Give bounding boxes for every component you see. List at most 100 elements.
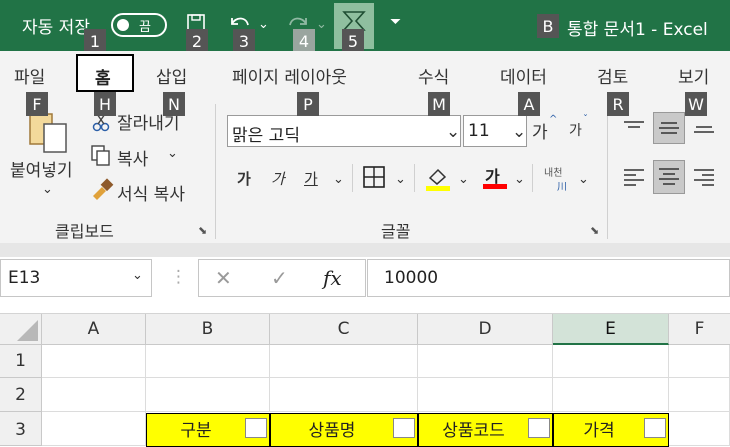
table-header-cell[interactable]: 상품명 xyxy=(270,413,418,447)
redo-dropdown-icon[interactable]: ⌄ xyxy=(316,17,327,32)
row-header-2[interactable]: 2 xyxy=(0,378,42,412)
cell[interactable] xyxy=(669,412,730,446)
select-all-button[interactable] xyxy=(0,314,42,345)
tab-data[interactable]: 데이터 xyxy=(500,63,547,88)
cell[interactable] xyxy=(146,378,270,412)
cell[interactable] xyxy=(270,378,418,412)
tab-home[interactable]: 홈 xyxy=(76,54,134,92)
font-name-dropdown-icon[interactable]: ⌄ xyxy=(446,122,460,142)
row-header-3[interactable]: 3 xyxy=(0,412,42,446)
column-header-f[interactable]: F xyxy=(669,314,730,345)
paste-button[interactable]: 붙여넣기 xyxy=(10,156,73,181)
cell[interactable] xyxy=(42,412,146,446)
tab-review[interactable]: 검토 xyxy=(597,63,628,88)
title-bar: 자동 저장 끔 ⌄ ⌄ ⏷ 통합 문서1 - Excel xyxy=(0,0,730,51)
cell[interactable] xyxy=(669,345,730,378)
copy-icon[interactable] xyxy=(90,144,112,166)
cancel-icon[interactable]: ✕ xyxy=(215,266,232,290)
cell[interactable] xyxy=(42,345,146,378)
cell[interactable] xyxy=(418,378,553,412)
insert-function-button[interactable]: fx xyxy=(323,266,342,290)
filter-dropdown-button[interactable] xyxy=(393,418,415,438)
table-header-label: 가격 xyxy=(583,421,615,441)
font-group-label: 글꼴 xyxy=(381,222,411,241)
underline-dropdown-icon[interactable]: ⌄ xyxy=(333,172,344,187)
cell[interactable] xyxy=(270,345,418,378)
tab-insert[interactable]: 삽입 xyxy=(156,63,187,88)
filter-dropdown-button[interactable] xyxy=(644,418,666,438)
align-right-icon[interactable] xyxy=(691,164,717,190)
align-middle-icon[interactable] xyxy=(653,112,685,144)
decrease-font-button[interactable]: 가 xyxy=(569,120,582,140)
increase-font-button[interactable]: 가 xyxy=(532,118,548,143)
copy-button[interactable]: 복사 xyxy=(117,145,148,170)
align-left-icon[interactable] xyxy=(621,164,647,190)
formula-input[interactable]: 10000 xyxy=(367,259,730,297)
column-header-a[interactable]: A xyxy=(42,314,146,345)
font-launcher-icon[interactable]: ⬊ xyxy=(590,224,599,237)
column-header-b[interactable]: B xyxy=(146,314,270,345)
borders-dropdown-icon[interactable]: ⌄ xyxy=(395,172,406,187)
underline-button[interactable]: 가 xyxy=(304,168,318,189)
align-bottom-icon[interactable] xyxy=(691,116,717,138)
cell[interactable] xyxy=(42,378,146,412)
column-header-e[interactable]: E xyxy=(553,314,669,345)
align-top-icon[interactable] xyxy=(621,116,647,138)
worksheet-grid: A B C D E F 1 2 3 구분 상품명 상품코드 가격 xyxy=(0,314,730,447)
row-header-1[interactable]: 1 xyxy=(0,345,42,378)
font-size-combo[interactable]: 11 ⌄ xyxy=(463,115,527,147)
autosave-label: 자동 저장 xyxy=(22,18,90,38)
table-header-cell[interactable]: 구분 xyxy=(146,413,270,447)
font-color-dropdown-icon[interactable]: ⌄ xyxy=(514,172,525,187)
cell[interactable] xyxy=(553,378,669,412)
copy-dropdown-icon[interactable]: ⌄ xyxy=(167,146,178,161)
keytip-4: 4 xyxy=(293,29,315,53)
keytip-b: B xyxy=(537,14,559,38)
fill-color-dropdown-icon[interactable]: ⌄ xyxy=(458,172,469,187)
cell[interactable] xyxy=(669,378,730,412)
name-box-dropdown-icon[interactable]: ⌄ xyxy=(132,268,143,283)
paste-dropdown-icon[interactable]: ⌄ xyxy=(42,182,53,197)
fill-color-icon[interactable] xyxy=(424,164,452,192)
tab-view[interactable]: 보기 xyxy=(678,63,709,88)
clipboard-launcher-icon[interactable]: ⬊ xyxy=(198,224,207,237)
font-color-button[interactable]: 가 xyxy=(481,162,509,192)
cell[interactable] xyxy=(146,345,270,378)
name-box[interactable]: E13 ⌄ xyxy=(0,259,152,297)
ribbon-home: 붙여넣기 ⌄ 잘라내기 복사 ⌄ 서식 복사 클립보드 ⬊ 맑은 고딕 ⌄ 11… xyxy=(0,98,730,243)
group-divider xyxy=(215,104,216,239)
cell[interactable] xyxy=(418,345,553,378)
borders-icon[interactable] xyxy=(363,166,385,188)
tab-formulas[interactable]: 수식 xyxy=(418,63,449,88)
autosave-toggle[interactable]: 끔 xyxy=(111,13,167,37)
format-painter-icon[interactable] xyxy=(90,178,114,200)
filter-dropdown-button[interactable] xyxy=(528,418,550,438)
table-header-label: 상품명 xyxy=(308,421,356,441)
font-name-combo[interactable]: 맑은 고딕 ⌄ xyxy=(227,115,461,147)
phonetic-dropdown-icon[interactable]: ⌄ xyxy=(578,172,589,187)
font-divider xyxy=(352,164,353,192)
keytip-p: P xyxy=(297,92,319,116)
format-painter-button[interactable]: 서식 복사 xyxy=(117,180,185,205)
keytip-r: R xyxy=(607,92,629,116)
column-header-c[interactable]: C xyxy=(270,314,418,345)
undo-dropdown-icon[interactable]: ⌄ xyxy=(258,17,269,32)
font-divider-3 xyxy=(532,164,533,192)
formula-bar: E13 ⌄ ⋮ ✕ ✓ fx 10000 xyxy=(0,257,730,314)
phonetic-button[interactable]: 내천 xyxy=(544,164,562,179)
enter-icon[interactable]: ✓ xyxy=(271,266,288,290)
table-header-label: 구분 xyxy=(180,421,212,441)
tab-file[interactable]: 파일 xyxy=(14,63,45,88)
align-center-icon[interactable] xyxy=(653,160,685,194)
formula-buttons: ✕ ✓ fx xyxy=(198,259,366,297)
column-header-d[interactable]: D xyxy=(418,314,553,345)
filter-dropdown-button[interactable] xyxy=(245,418,267,438)
bold-button[interactable]: 가 xyxy=(237,168,251,189)
table-header-cell[interactable]: 상품코드 xyxy=(418,413,553,447)
cell[interactable] xyxy=(553,345,669,378)
font-size-dropdown-icon[interactable]: ⌄ xyxy=(512,122,526,142)
qat-more-icon[interactable]: ⏷ xyxy=(390,14,401,30)
italic-button[interactable]: 가 xyxy=(271,168,285,189)
tab-page-layout[interactable]: 페이지 레이아웃 xyxy=(232,63,347,88)
table-header-cell[interactable]: 가격 xyxy=(553,413,669,447)
